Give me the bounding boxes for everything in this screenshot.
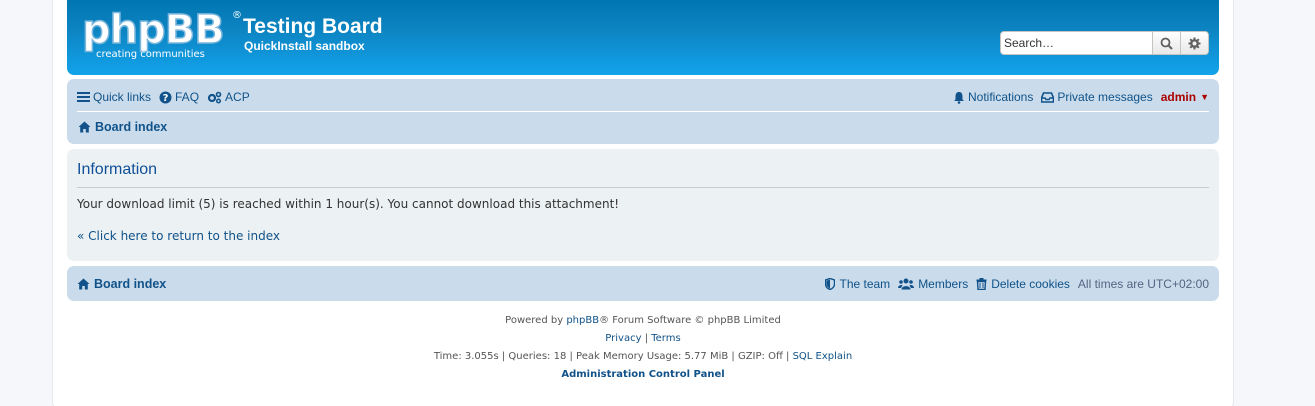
navbar: Quick links ? FAQ ACP Notifications Priv bbox=[67, 79, 1219, 144]
policy-separator: | bbox=[644, 333, 649, 344]
private-messages-link[interactable]: Private messages bbox=[1041, 90, 1153, 104]
powered-by-line: Powered by phpBB® Forum Software © phpBB… bbox=[67, 312, 1219, 330]
delete-cookies-label: Delete cookies bbox=[991, 276, 1070, 291]
acp-label: ACP bbox=[225, 90, 250, 104]
logo-tagline: creating communities bbox=[96, 49, 205, 60]
site-logo[interactable]: phpBB ® creating communities bbox=[81, 7, 242, 64]
footer-breadcrumb[interactable]: Board index bbox=[77, 277, 166, 291]
members-label: Members bbox=[918, 276, 969, 291]
user-menu[interactable]: admin ▼ bbox=[1161, 90, 1209, 104]
faq-link[interactable]: ? FAQ bbox=[159, 90, 199, 104]
trash-icon bbox=[976, 277, 987, 290]
footer-navbar: Board index The team Members Delete cook… bbox=[67, 266, 1219, 301]
quick-links-menu[interactable]: Quick links bbox=[77, 90, 151, 104]
search-box bbox=[1000, 31, 1209, 55]
copyright-block: Powered by phpBB® Forum Software © phpBB… bbox=[67, 312, 1219, 384]
the-team-label: The team bbox=[839, 276, 891, 291]
svg-text:?: ? bbox=[163, 93, 169, 104]
nav-links-row: Quick links ? FAQ ACP Notifications Priv bbox=[77, 87, 1209, 107]
search-icon bbox=[1160, 37, 1173, 50]
inbox-icon bbox=[1041, 91, 1055, 103]
acp-link[interactable]: ACP bbox=[207, 90, 250, 104]
logo-text: phpBB bbox=[81, 7, 225, 53]
members-link[interactable]: Members bbox=[898, 277, 968, 291]
private-messages-label: Private messages bbox=[1057, 90, 1153, 104]
username: admin bbox=[1160, 90, 1197, 104]
quick-links-label: Quick links bbox=[93, 90, 152, 104]
cogs-icon bbox=[207, 91, 222, 104]
question-circle-icon: ? bbox=[159, 91, 172, 104]
bell-icon bbox=[953, 91, 965, 104]
terms-link[interactable]: Terms bbox=[651, 333, 680, 344]
the-team-link[interactable]: The team bbox=[825, 277, 890, 291]
timezone-info: All times are UTC+02:00 bbox=[1078, 277, 1209, 291]
privacy-link[interactable]: Privacy bbox=[605, 333, 641, 344]
users-icon bbox=[898, 278, 915, 290]
notifications-label: Notifications bbox=[967, 90, 1034, 104]
panel-divider bbox=[77, 187, 1209, 188]
site-title[interactable]: Testing Board bbox=[243, 15, 383, 39]
breadcrumb[interactable]: Board index bbox=[78, 120, 167, 134]
faq-label: FAQ bbox=[175, 90, 200, 104]
hamburger-icon bbox=[77, 91, 90, 103]
acp-footer-line: Administration Control Panel bbox=[67, 366, 1219, 384]
return-to-index-link[interactable]: « Click here to return to the index bbox=[77, 229, 280, 243]
breadcrumb-board-index: Board index bbox=[95, 120, 168, 134]
site-description: QuickInstall sandbox bbox=[244, 39, 365, 53]
logo-registered-mark: ® bbox=[232, 10, 242, 21]
administration-control-panel-link[interactable]: Administration Control Panel bbox=[561, 369, 724, 380]
policy-links: Privacy | Terms bbox=[67, 330, 1219, 348]
sql-explain-link[interactable]: SQL Explain bbox=[793, 351, 853, 362]
phpbb-link[interactable]: phpBB bbox=[566, 315, 599, 326]
information-message: Your download limit (5) is reached withi… bbox=[77, 197, 620, 211]
information-panel: Information Your download limit (5) is r… bbox=[67, 149, 1219, 261]
shield-icon bbox=[825, 277, 836, 290]
delete-cookies-link[interactable]: Delete cookies bbox=[976, 277, 1070, 291]
advanced-search-button[interactable] bbox=[1180, 32, 1208, 54]
search-button[interactable] bbox=[1152, 32, 1180, 54]
panel-title: Information bbox=[77, 161, 158, 178]
home-icon bbox=[78, 121, 91, 133]
gear-icon bbox=[1188, 37, 1201, 50]
debug-stats-text: Time: 3.055s | Queries: 18 | Peak Memory… bbox=[433, 351, 790, 362]
footer-breadcrumb-board-index: Board index bbox=[94, 276, 167, 291]
notifications-link[interactable]: Notifications bbox=[953, 90, 1033, 104]
home-icon bbox=[77, 278, 90, 290]
caret-down-icon: ▼ bbox=[1200, 92, 1209, 102]
site-header: phpBB ® creating communities Testing Boa… bbox=[67, 0, 1219, 75]
navbar-divider bbox=[77, 111, 1209, 112]
search-input[interactable] bbox=[1001, 32, 1152, 54]
debug-stats: Time: 3.055s | Queries: 18 | Peak Memory… bbox=[67, 348, 1219, 366]
powered-suffix: ® Forum Software © phpBB Limited bbox=[599, 315, 781, 326]
timezone-prefix: All times are bbox=[1077, 276, 1144, 291]
powered-prefix: Powered by bbox=[505, 315, 564, 326]
timezone-value: UTC+02:00 bbox=[1147, 276, 1209, 291]
